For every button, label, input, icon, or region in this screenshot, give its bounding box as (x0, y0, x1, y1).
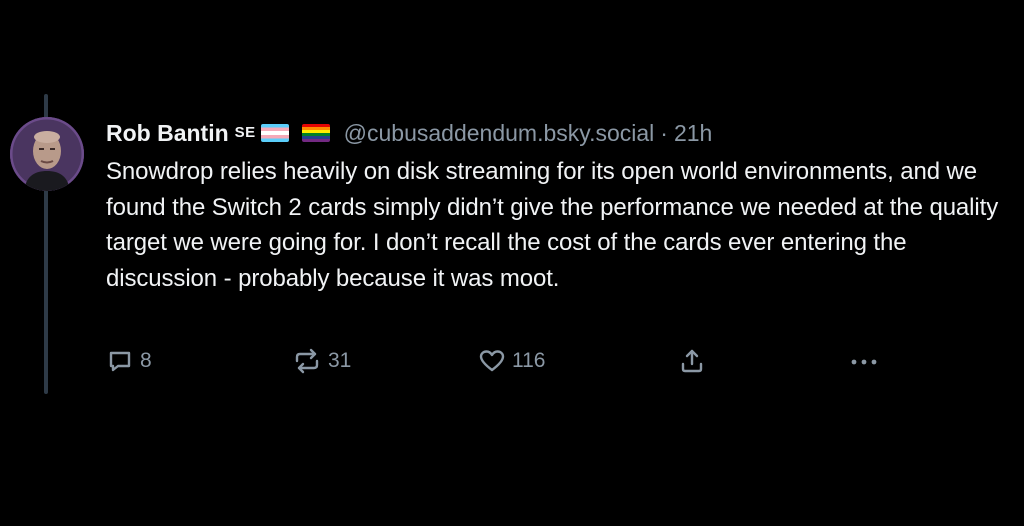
author-display-name[interactable]: Rob Bantin (106, 118, 229, 148)
like-button[interactable]: 116 (478, 345, 545, 377)
more-options-button[interactable] (848, 345, 880, 377)
reply-count: 8 (140, 349, 152, 372)
author-handle[interactable]: @cubusaddendum.bsky.social (344, 118, 655, 148)
repost-button[interactable]: 31 (292, 345, 351, 377)
reply-icon (109, 351, 131, 372)
like-count: 116 (512, 349, 546, 372)
separator-dot: · (660, 120, 668, 146)
repost-count: 31 (328, 349, 352, 372)
post-text: Snowdrop relies heavily on disk streamin… (106, 158, 999, 292)
avatar-photo (10, 117, 84, 191)
heart-icon (479, 350, 505, 372)
author-name-suffix: SE (234, 124, 256, 141)
post-header: Rob Bantin SE @cubusaddendum.bsky.social… (106, 118, 1006, 148)
trans-flag-icon (260, 124, 289, 142)
post[interactable]: Rob Bantin SE @cubusaddendum.bsky.social… (106, 118, 1006, 296)
repost-icon (295, 348, 319, 374)
share-icon (681, 349, 703, 373)
share-button[interactable] (678, 345, 706, 377)
more-dots-icon (851, 359, 877, 365)
avatar[interactable] (10, 117, 84, 191)
post-timestamp[interactable]: 21h (674, 118, 712, 148)
reply-button[interactable]: 8 (106, 345, 152, 377)
rainbow-flag-icon (301, 124, 330, 142)
post-actions: 8 31 116 (106, 345, 896, 377)
